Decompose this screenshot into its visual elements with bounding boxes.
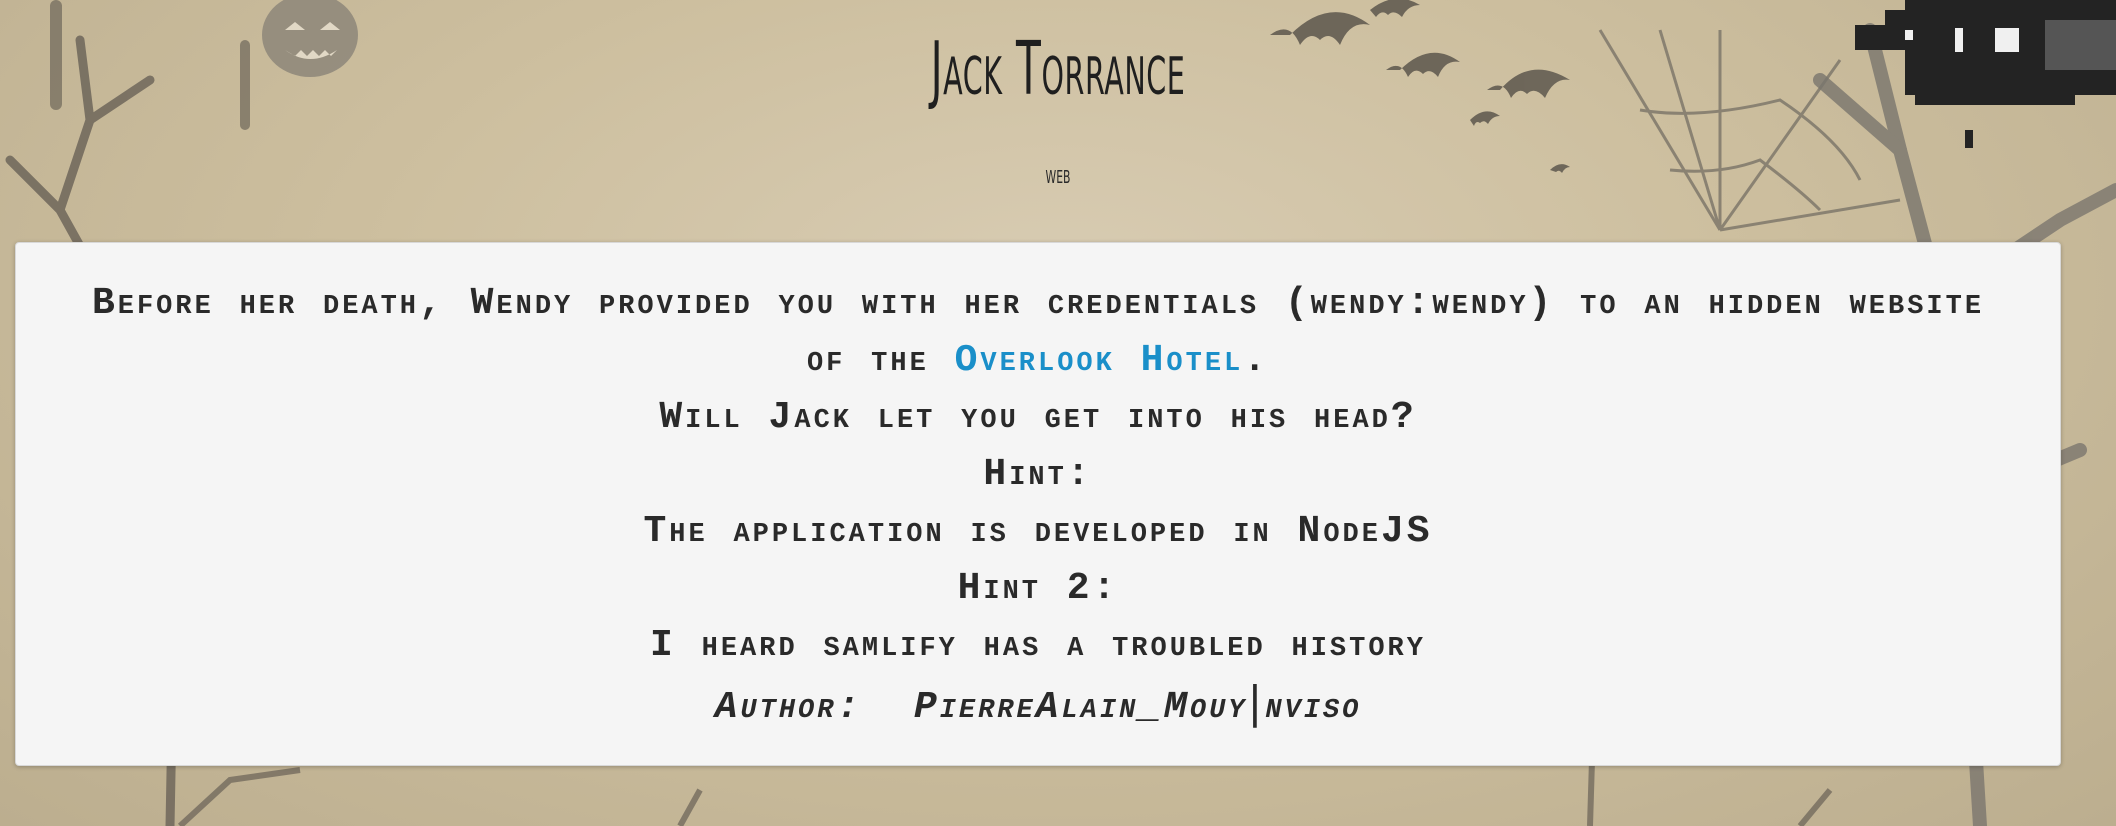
challenge-header: Jack Torrance web (0, 0, 2116, 240)
author-org: nviso (1265, 686, 1362, 729)
hint1-label: Hint: (983, 453, 1093, 496)
intro-text: Before her death, Wendy provided you wit… (66, 275, 2010, 389)
hint1-text: The application is developed in NodeJS (643, 510, 1433, 553)
overlook-hotel-link[interactable]: Overlook Hotel (955, 339, 1244, 382)
author-line: Author: PierreAlain_Mouy|nviso (66, 674, 2010, 736)
hint2-label: Hint 2: (957, 567, 1119, 610)
question-text: Will Jack let you get into his head? (659, 396, 1417, 439)
challenge-category: web (1045, 160, 1071, 190)
author-label: Author: (714, 686, 863, 729)
bottom-branches-icon (177, 759, 1833, 826)
intro-text-after-link: . (1243, 339, 1270, 382)
author-separator: | (1247, 677, 1266, 728)
challenge-title: Jack Torrance (930, 26, 1186, 112)
author-name: PierreAlain_Mouy (913, 686, 1248, 729)
challenge-description-card: Before her death, Wendy provided you wit… (15, 242, 2061, 766)
hint2-text: I heard samlify has a troubled history (650, 624, 1426, 667)
pixel-ghost-icon (1855, 0, 2116, 148)
